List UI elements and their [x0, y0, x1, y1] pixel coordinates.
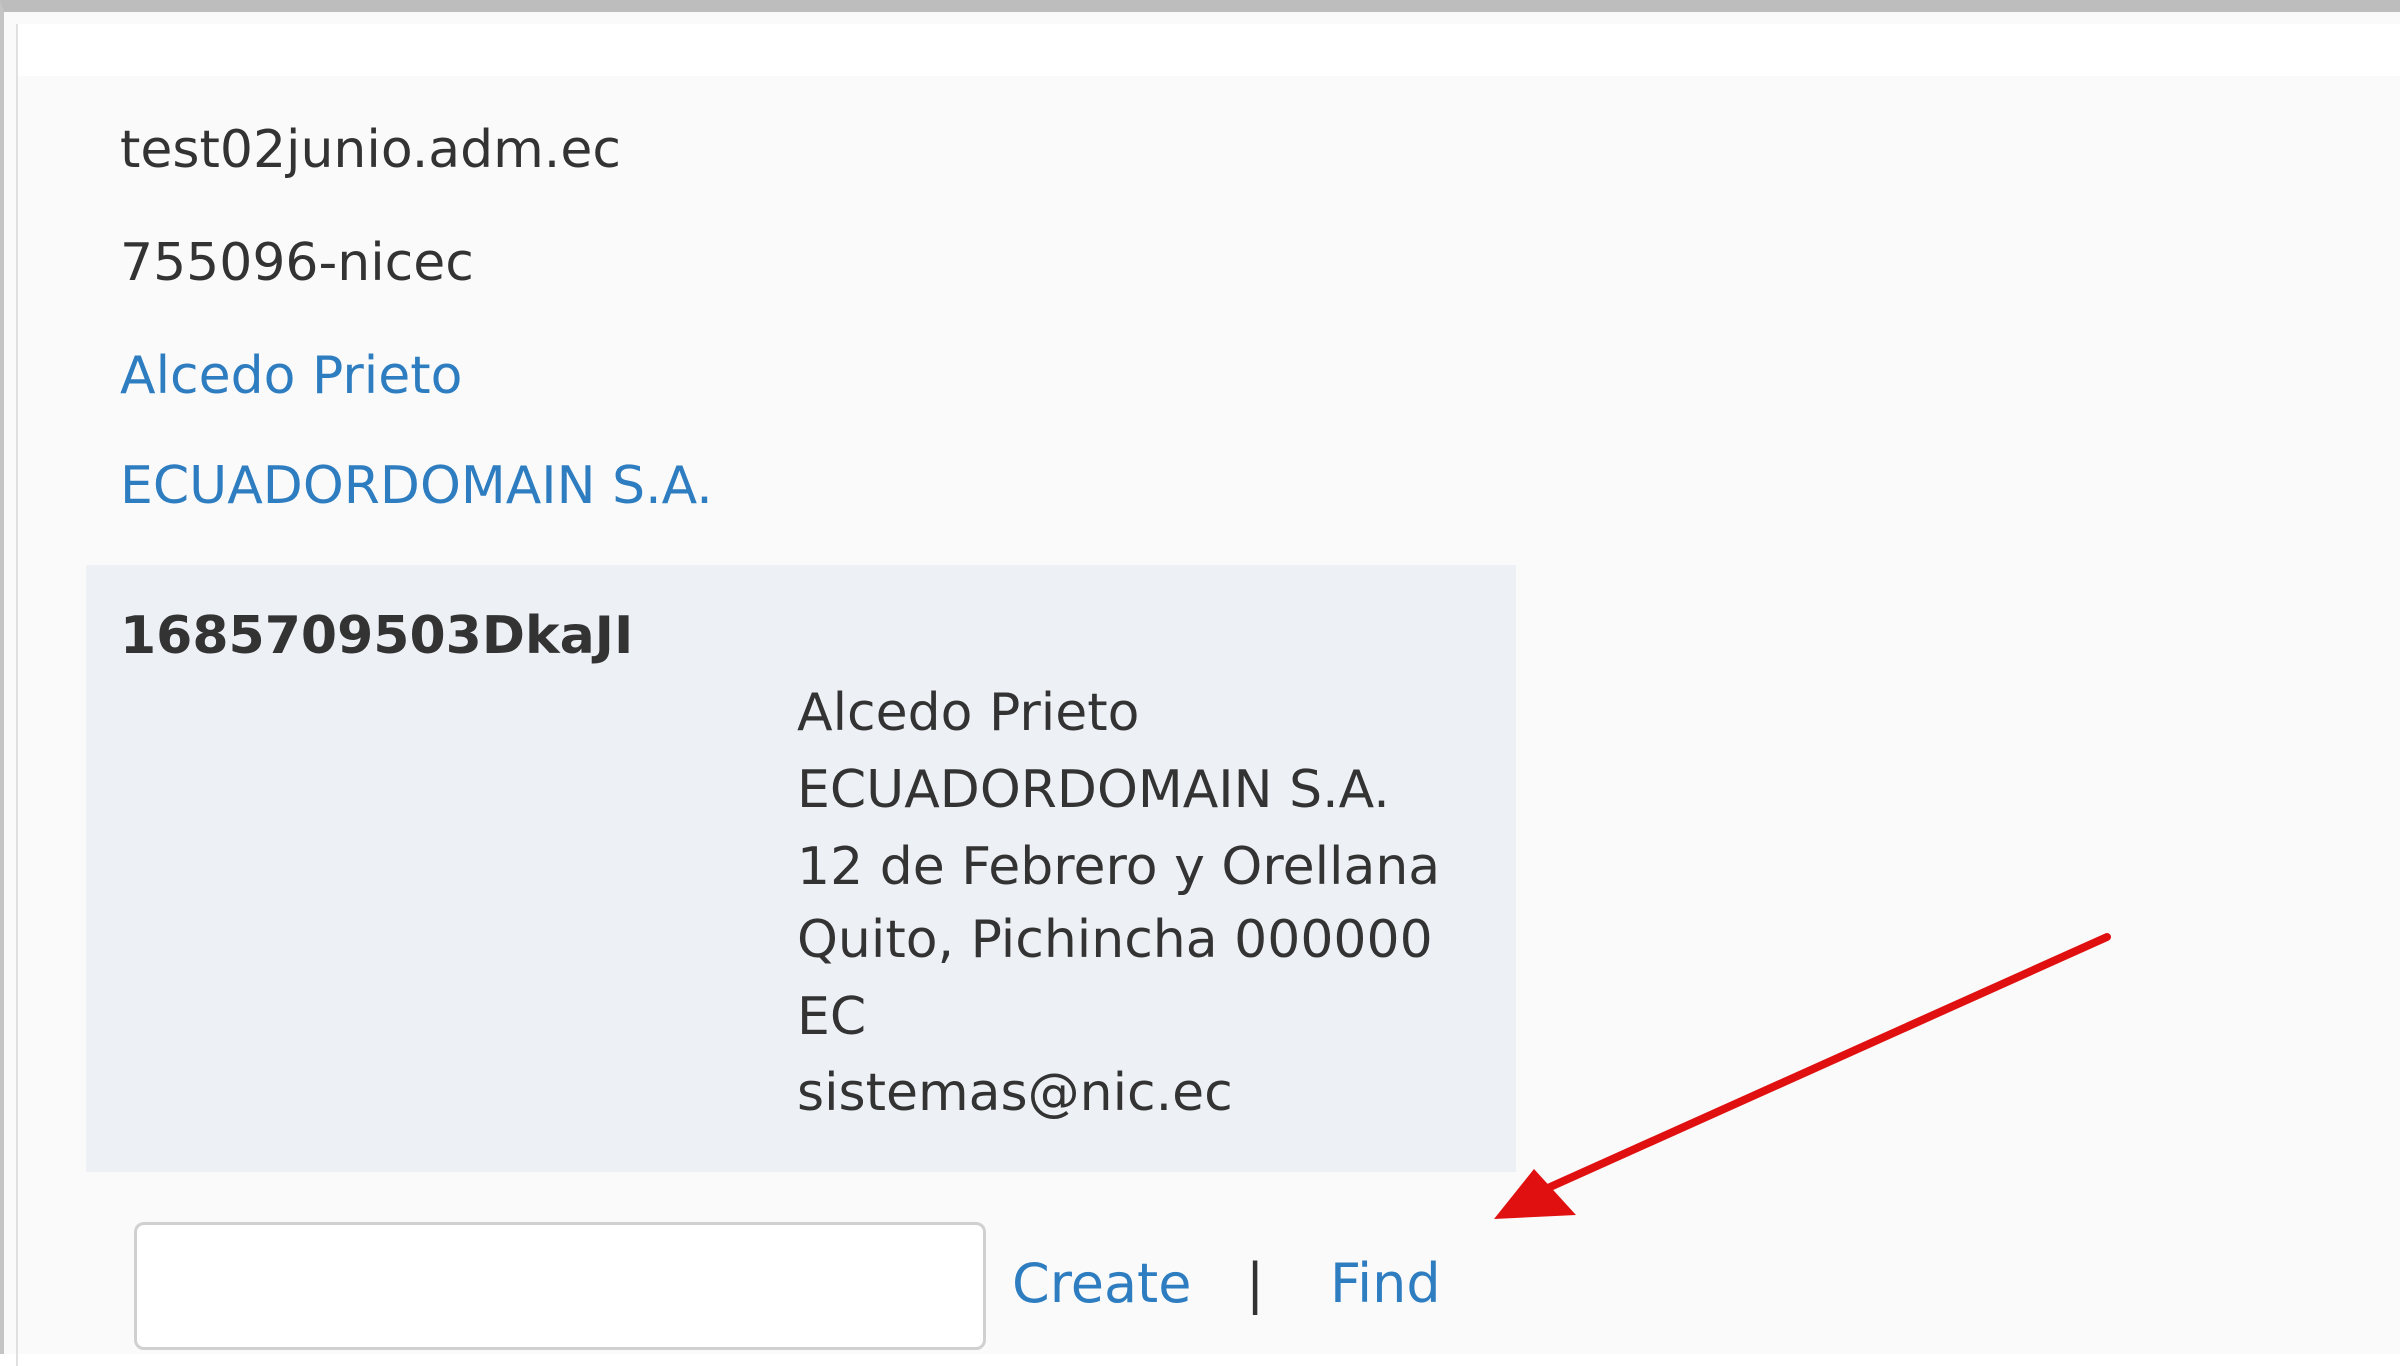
annotation-arrow-shaft [1535, 933, 2111, 1196]
contact-name-link[interactable]: Alcedo Prieto [120, 346, 462, 406]
address-line: 12 de Febrero y Orellana [797, 837, 1441, 897]
address-line: sistemas@nic.ec [797, 1063, 1233, 1123]
address-line: ECUADORDOMAIN S.A. [797, 760, 1390, 820]
domain-name: test02junio.adm.ec [120, 120, 621, 180]
contact-handle-input[interactable] [134, 1222, 986, 1350]
left-border [16, 24, 18, 1366]
organization-link[interactable]: ECUADORDOMAIN S.A. [120, 456, 713, 516]
address-line: Alcedo Prieto [797, 683, 1140, 743]
find-link[interactable]: Find [1330, 1252, 1441, 1316]
address-line: Quito, Pichincha 000000 [797, 910, 1433, 970]
action-separator: | [1246, 1252, 1265, 1315]
top-strip [18, 24, 2400, 76]
screenshot-frame: test02junio.adm.ec 755096-nicec Alcedo P… [0, 0, 2400, 1366]
address-line: EC [797, 987, 867, 1047]
create-link[interactable]: Create [1012, 1252, 1191, 1316]
contact-id: 1685709503DkaJI [120, 606, 634, 666]
annotation-arrow-head [1494, 1169, 1576, 1219]
domain-handle: 755096-nicec [120, 233, 474, 293]
